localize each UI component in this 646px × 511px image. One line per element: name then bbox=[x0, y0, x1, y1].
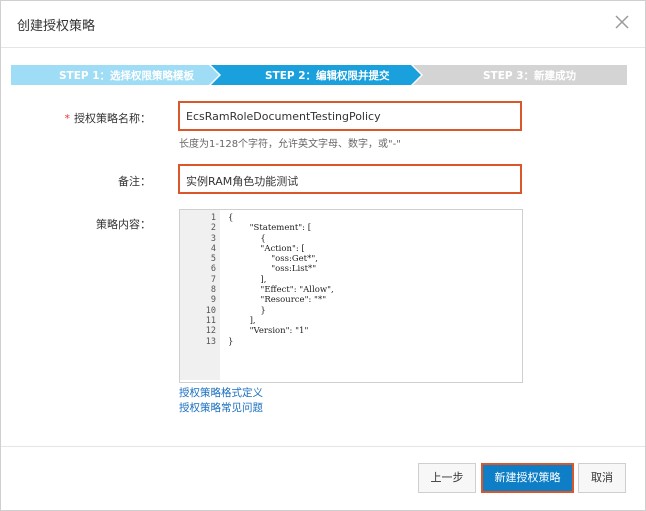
required-marker: * bbox=[64, 112, 71, 125]
policy-syntax-link[interactable]: 授权策略格式定义 bbox=[179, 385, 263, 400]
step-1-label: STEP 1：选择权限策略模板 bbox=[59, 70, 195, 82]
note-input[interactable]: 实例RAM角色功能测试 bbox=[178, 164, 522, 194]
footer-divider bbox=[1, 446, 645, 447]
create-policy-button[interactable]: 新建授权策略 bbox=[481, 463, 574, 493]
step-3-label: STEP 3：新建成功 bbox=[483, 70, 577, 82]
editor-code[interactable]: { "Statement": [ { "Action": [ "oss:Get*… bbox=[228, 213, 334, 347]
step-2: STEP 2：编辑权限并提交 bbox=[211, 65, 421, 85]
policy-name-input[interactable]: EcsRamRoleDocumentTestingPolicy bbox=[178, 101, 522, 131]
policy-name-hint: 长度为1-128个字符，允许英文字母、数字，或"-" bbox=[179, 139, 401, 150]
step-progress: STEP 1：选择权限策略模板 STEP 2：编辑权限并提交 STEP 3：新建… bbox=[11, 65, 627, 85]
editor-line-numbers: 1 2 3 4 5 6 7 8 9 10 11 12 13 bbox=[205, 213, 216, 347]
step-2-label: STEP 2：编辑权限并提交 bbox=[265, 70, 390, 82]
cancel-button[interactable]: 取消 bbox=[578, 463, 626, 493]
policy-name-label-text: 授权策略名称： bbox=[74, 112, 151, 125]
policy-content-label: 策略内容： bbox=[96, 218, 151, 231]
policy-content-editor[interactable]: 1 2 3 4 5 6 7 8 9 10 11 12 13 { "Stateme… bbox=[179, 209, 523, 383]
policy-name-label: * 授权策略名称： bbox=[1, 110, 152, 126]
close-icon[interactable] bbox=[613, 13, 631, 31]
policy-faq-link[interactable]: 授权策略常见问题 bbox=[179, 400, 263, 415]
step-1: STEP 1：选择权限策略模板 bbox=[11, 65, 219, 85]
create-policy-dialog: 创建授权策略 STEP 1：选择权限策略模板 STEP 2：编辑权限并提交 ST… bbox=[0, 0, 646, 511]
step-3: STEP 3：新建成功 bbox=[413, 65, 627, 85]
dialog-header: 创建授权策略 bbox=[1, 1, 645, 48]
dialog-title: 创建授权策略 bbox=[17, 19, 96, 34]
note-label: 备注： bbox=[118, 175, 151, 188]
prev-step-button[interactable]: 上一步 bbox=[418, 463, 476, 493]
